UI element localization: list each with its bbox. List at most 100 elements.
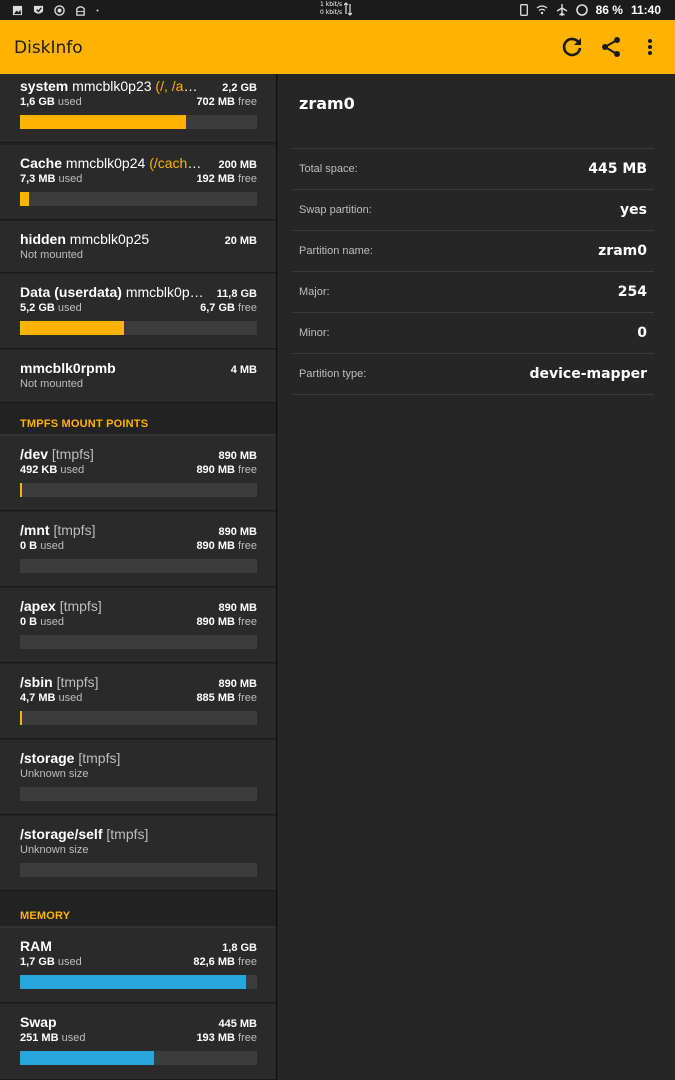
status-bar: 1 kbit/s 0 kbit/s 86 % 11:40 — [0, 0, 675, 20]
used-text: 7,3 MB used — [20, 173, 83, 185]
mount-label: /mnt — [20, 522, 50, 538]
usage-bar — [20, 192, 257, 206]
free-text: 193 MB free — [196, 1032, 257, 1044]
more-options-button[interactable] — [637, 34, 663, 60]
detail-value: device-mapper — [529, 366, 647, 382]
memory-size: 445 MB — [218, 1018, 257, 1030]
refresh-button[interactable] — [559, 34, 585, 60]
free-text: 890 MB free — [196, 540, 257, 552]
partition-size: 11,8 GB — [216, 288, 257, 300]
usage-bar — [20, 635, 257, 649]
system-icons: 86 % 11:40 — [519, 0, 661, 20]
app-toolbar: DiskInfo — [0, 20, 675, 74]
tmpfs-item-sbin[interactable]: /sbin [tmpfs] 890 MB 4,7 MB used 885 MB fr… — [0, 664, 276, 739]
partition-item-rpmb[interactable]: mmcblk0rpmb 4 MB Not mounted — [0, 350, 276, 403]
usage-bar — [20, 1051, 257, 1065]
image-icon — [12, 5, 23, 15]
used-text: 0 B used — [20, 616, 65, 628]
mount-size: 890 MB — [218, 602, 257, 614]
memory-item-swap[interactable]: Swap 445 MB 251 MB used 193 MB free — [0, 1004, 276, 1080]
free-text: 890 MB free — [196, 616, 257, 628]
section-header-tmpfs: TMPFS MOUNT POINTS — [20, 418, 149, 430]
used-text: 1,6 GB used — [20, 96, 82, 108]
detail-value: 445 MB — [588, 161, 647, 177]
partition-size: 20 MB — [224, 235, 257, 247]
mount-size: 890 MB — [218, 526, 257, 538]
detail-label: Minor: — [299, 327, 330, 339]
detail-label: Major: — [299, 286, 330, 298]
partition-label: Cache — [20, 155, 63, 171]
memory-item-ram[interactable]: RAM 1,8 GB 1,7 GB used 82,6 MB free — [0, 928, 276, 1003]
detail-label: Partition type: — [299, 368, 367, 380]
partition-label: system — [20, 78, 69, 94]
mount-label: /apex — [20, 598, 56, 614]
usage-fill — [20, 115, 186, 129]
usage-bar — [20, 559, 257, 573]
size-status: Unknown size — [20, 844, 89, 856]
phone-icon — [519, 4, 528, 16]
transfer-arrows-icon — [344, 2, 353, 16]
partition-size: 4 MB — [230, 364, 257, 376]
dot-icon — [96, 9, 99, 11]
detail-value: 0 — [637, 325, 647, 341]
mount-label: /sbin — [20, 674, 53, 690]
mount-label: /storage/self — [20, 826, 103, 842]
used-text: 4,7 MB used — [20, 692, 83, 704]
tmpfs-item-apex[interactable]: /apex [tmpfs] 890 MB 0 B used 890 MB free — [0, 588, 276, 663]
airplane-icon — [556, 4, 567, 16]
usage-bar — [20, 483, 257, 497]
app-title: DiskInfo — [14, 38, 83, 58]
detail-value: yes — [620, 202, 647, 218]
mount-status: Not mounted — [20, 249, 83, 261]
section-header-memory: MEMORY — [20, 910, 71, 922]
free-text: 890 MB free — [196, 464, 257, 476]
mount-size: 890 MB — [218, 678, 257, 690]
more-vert-icon — [648, 39, 652, 55]
usage-bar — [20, 787, 257, 801]
share-button[interactable] — [598, 34, 624, 60]
partition-label: Data (userdata) — [20, 284, 122, 300]
partition-item-hidden[interactable]: hidden mmcblk0p25 20 MB Not mounted — [0, 221, 276, 273]
used-text: 0 B used — [20, 540, 65, 552]
battery-percent: 86 % — [595, 3, 623, 17]
partition-size: 2,2 GB — [222, 82, 257, 94]
mount-label: /dev — [20, 446, 49, 462]
mount-label: /storage — [20, 750, 75, 766]
detail-label: Total space: — [299, 163, 358, 175]
free-text: 82,6 MB free — [193, 956, 257, 968]
memory-label: RAM — [20, 938, 52, 954]
detail-value: 254 — [617, 284, 647, 300]
partition-list[interactable]: system mmcblk0p23 (/, /apex…2,2 GB 1,6 G… — [0, 74, 277, 1080]
detail-row-partition-name: Partition name: zram0 — [292, 230, 654, 271]
detail-label: Swap partition: — [299, 204, 372, 216]
memory-size: 1,8 GB — [222, 942, 257, 954]
free-text: 885 MB free — [196, 692, 257, 704]
tmpfs-item-storage-self[interactable]: /storage/self [tmpfs] Unknown size — [0, 816, 276, 891]
detail-row-partition-type: Partition type: device-mapper — [292, 353, 654, 394]
used-text: 251 MB used — [20, 1032, 86, 1044]
usage-bar — [20, 863, 257, 877]
wifi-icon — [536, 5, 547, 15]
net-down: 0 kbit/s — [320, 9, 343, 16]
detail-row-minor: Minor: 0 — [292, 312, 654, 353]
used-text: 5,2 GB used — [20, 302, 82, 314]
size-status: Unknown size — [20, 768, 89, 780]
store-icon — [76, 5, 85, 16]
detail-pane: zram0 Total space: 445 MB Swap partition… — [278, 74, 675, 1080]
usage-bar — [20, 711, 257, 725]
usage-bar — [20, 975, 257, 989]
detail-row-swap-partition: Swap partition: yes — [292, 189, 654, 230]
used-text: 1,7 GB used — [20, 956, 82, 968]
partition-item-userdata[interactable]: Data (userdata) mmcblk0p26 (…11,8 GB 5,2… — [0, 274, 276, 349]
tmpfs-item-mnt[interactable]: /mnt [tmpfs] 890 MB 0 B used 890 MB free — [0, 512, 276, 587]
refresh-icon — [562, 37, 582, 57]
partition-item-cache[interactable]: Cache mmcblk0p24 (/cache) […200 MB 7,3 M… — [0, 145, 276, 220]
usage-fill — [20, 711, 23, 725]
partition-label: hidden — [20, 231, 66, 247]
net-up: 1 kbit/s — [320, 1, 343, 8]
detail-row-major: Major: 254 — [292, 271, 654, 312]
partition-size: 200 MB — [218, 159, 257, 171]
partition-item-system[interactable]: system mmcblk0p23 (/, /apex…2,2 GB 1,6 G… — [0, 74, 276, 143]
tmpfs-item-dev[interactable]: /dev [tmpfs] 890 MB 492 KB used 890 MB fre… — [0, 436, 276, 511]
tmpfs-item-storage[interactable]: /storage [tmpfs] Unknown size — [0, 740, 276, 815]
